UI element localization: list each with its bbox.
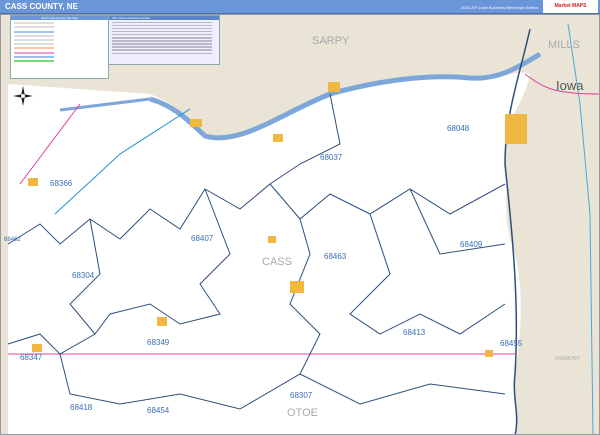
zip-label: 68418 — [70, 403, 93, 412]
state-label-iowa: Iowa — [556, 78, 584, 93]
zip-label: 68349 — [147, 338, 170, 347]
legend-row-placeholder — [14, 51, 54, 54]
county-label-mills: MILLS — [548, 39, 580, 51]
zip-index-row-placeholder — [112, 43, 212, 45]
zip-index-row-placeholder — [112, 49, 212, 51]
zip-label: 68304 — [72, 271, 95, 280]
zip-index-row-placeholder — [112, 37, 212, 39]
county-label-otoe: OTOE — [287, 407, 318, 419]
zip-index-row-placeholder — [112, 40, 212, 42]
zip-index-row-placeholder — [112, 24, 212, 27]
legend-row-placeholder — [14, 30, 54, 33]
legend-row-placeholder — [14, 59, 54, 62]
map-title: CASS COUNTY, NE — [5, 2, 78, 11]
legend-row-placeholder — [14, 22, 54, 25]
legend-row-placeholder — [14, 26, 54, 29]
zip-index-row-placeholder — [112, 30, 212, 33]
zip-label: 68462 — [4, 237, 21, 243]
zip-label: 68407 — [191, 234, 214, 243]
legend-title: 2020 Cass County, NE Map — [11, 16, 108, 20]
zip-label: 68037 — [320, 153, 343, 162]
legend-row-placeholder — [14, 47, 54, 50]
edition-label: 2020 ZIP Code Business Reference Edition — [460, 5, 538, 10]
zip-label: 68048 — [447, 124, 470, 133]
county-label-cass: CASS — [262, 256, 292, 268]
legend-row-placeholder — [14, 43, 54, 46]
zip-label: 68455 — [500, 339, 523, 348]
header-bar: CASS COUNTY, NE 2020 ZIP Code Business R… — [0, 0, 600, 14]
zip-index-row-placeholder — [112, 33, 212, 36]
zip-label: 68307 — [290, 391, 313, 400]
zip-index-row-placeholder — [112, 27, 212, 30]
legend-row-placeholder — [14, 38, 54, 41]
zip-label: 68347 — [20, 353, 43, 362]
zip-label: 68413 — [403, 328, 426, 337]
zip-label: 68463 — [324, 252, 347, 261]
zip-index-row-placeholder — [112, 52, 212, 55]
legend-row-placeholder — [14, 55, 54, 58]
county-label-fremont: FREMONT — [555, 356, 580, 362]
county-label-sarpy: SARPY — [312, 35, 350, 47]
zip-index-row-placeholder — [112, 21, 212, 24]
zip-index-title: ZIP Code Index/Grid Locator — [109, 16, 219, 20]
zip-index-row-placeholder — [112, 46, 212, 48]
zip-label: 68454 — [147, 406, 170, 415]
zip-code-index: ZIP Code Index/Grid Locator — [108, 15, 220, 65]
map-legend: 2020 Cass County, NE Map — [10, 15, 109, 79]
zip-label: 68366 — [50, 179, 73, 188]
zip-label: 68409 — [460, 240, 483, 249]
brand-logo: Market MAPS — [543, 0, 598, 13]
legend-row-placeholder — [14, 34, 54, 37]
